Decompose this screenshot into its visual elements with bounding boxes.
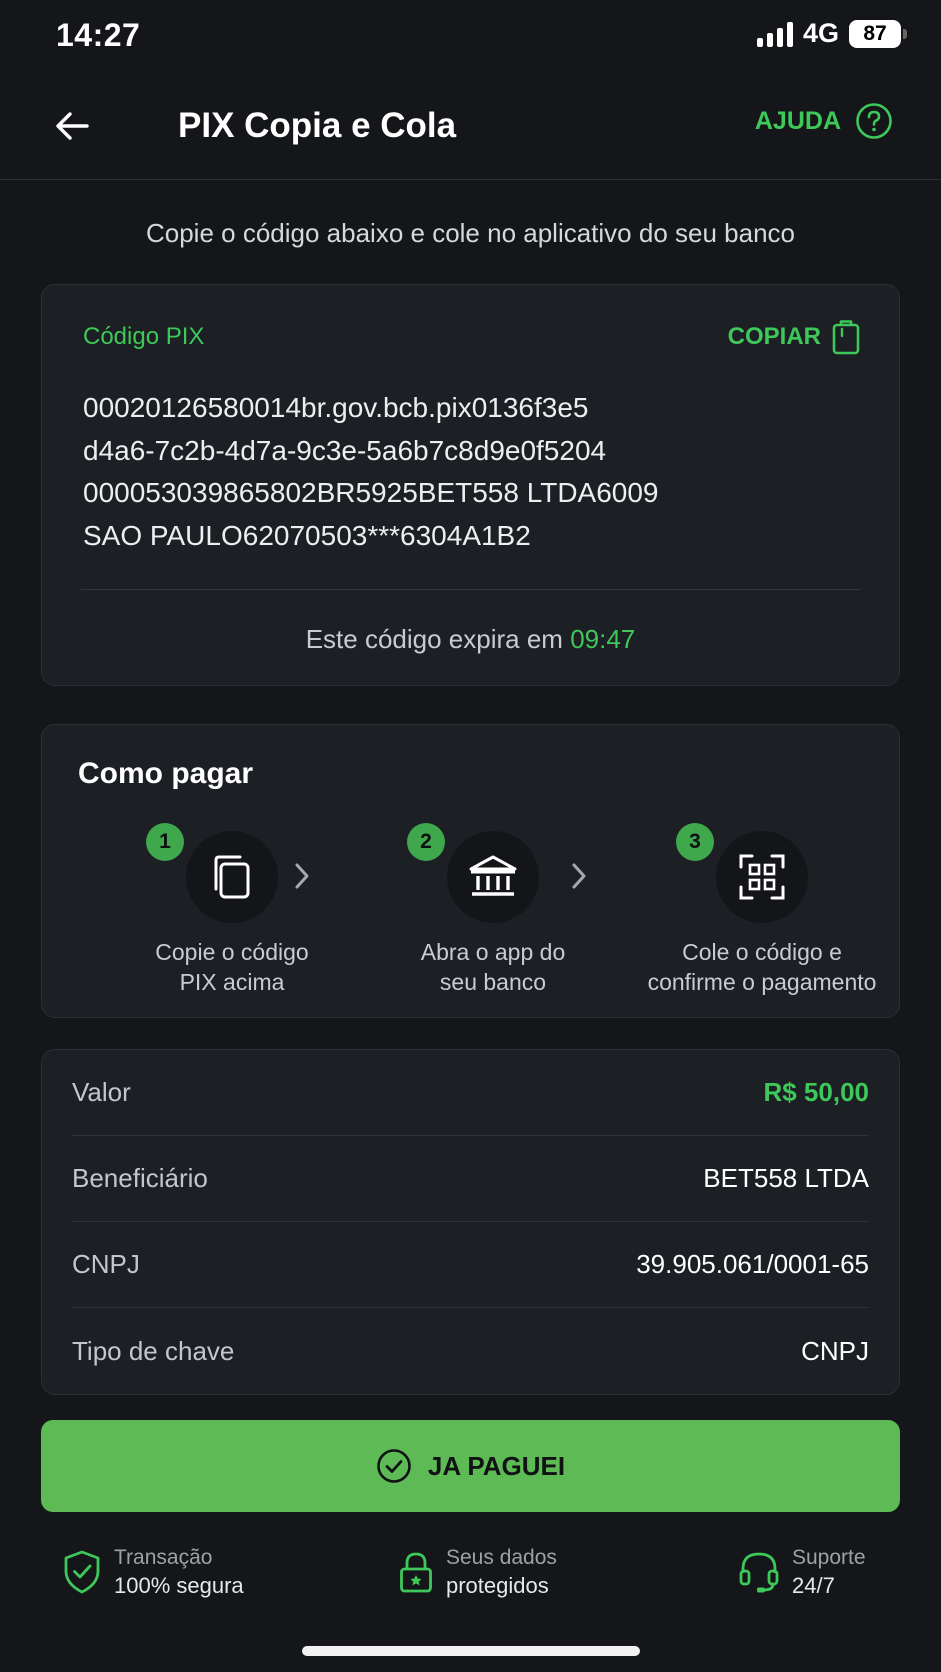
pix-code-card: Código PIX COPIAR 00020126580014br.gov.b…	[41, 284, 900, 686]
how-to-title: Como pagar	[78, 757, 254, 790]
detail-value: R$ 50,00	[763, 1077, 869, 1107]
expiration-text: Este código expira em 09:47	[42, 624, 899, 655]
payment-details-card: Valor R$ 50,00 Beneficiário BET558 LTDA …	[41, 1049, 900, 1395]
trust-line: protegidos	[446, 1573, 549, 1598]
lock-icon	[400, 1552, 432, 1593]
bank-icon	[469, 855, 517, 896]
step-line: Abra o app do	[420, 939, 566, 965]
pix-code-line: 00020126580014br.gov.bcb.pix0136f3e5	[83, 392, 589, 423]
step-number: 3	[676, 823, 714, 861]
trust-badge-data: Seus dados protegidos	[398, 1544, 557, 1600]
code-label: Código PIX	[83, 323, 205, 350]
qr-code-icon	[739, 854, 785, 900]
step-line: Cole o código e	[682, 939, 842, 965]
step-1: 1 Copie o código PIX acima	[92, 823, 372, 997]
pix-code-line: SAO PAULO62070503***6304A1B2	[83, 519, 531, 551]
expire-label: Este código expira em	[305, 624, 563, 654]
step-icon-circle: 1	[146, 823, 278, 923]
page-title: PIX Copia e Cola	[178, 106, 457, 145]
step-description: Abra o app do seu banco	[353, 937, 633, 997]
trust-line: 24/7	[792, 1573, 835, 1598]
instruction-text: Copie o código abaixo e cole no aplicati…	[145, 218, 795, 248]
home-indicator	[302, 1646, 640, 1656]
how-to-pay-card: Como pagar 1 Copie o código PIX acima 2	[41, 724, 900, 1018]
copy-button[interactable]: COPIAR	[728, 319, 861, 355]
status-bar: 14:27 4G 87	[0, 0, 941, 70]
signal-icon	[756, 21, 793, 47]
status-indicators: 4G 87	[756, 18, 907, 49]
chevron-right-icon	[572, 863, 586, 889]
clipboard-icon	[832, 320, 860, 355]
step-icon-circle: 3	[676, 823, 808, 923]
step-line: confirme o pagamento	[647, 969, 877, 995]
step-line: PIX acima	[179, 969, 285, 995]
trust-badge-secure: Transação 100% segura	[62, 1544, 244, 1600]
detail-label: Valor	[72, 1077, 131, 1107]
trust-line: Suporte	[792, 1546, 866, 1569]
pix-code-line: d4a6-7c2b-4d7a-9c3e-5a6b7c8d9e0f5204	[83, 434, 607, 466]
divider	[81, 589, 861, 590]
step-description: Copie o código PIX acima	[92, 937, 372, 997]
ja-paguei-button[interactable]: JA PAGUEI	[41, 1420, 900, 1512]
question-circle-icon	[856, 103, 892, 139]
detail-label: CNPJ	[72, 1249, 140, 1279]
help-button[interactable]: AJUDA	[755, 102, 893, 140]
expire-timer: 09:47	[570, 624, 636, 654]
detail-value: 39.905.061/0001-65	[636, 1249, 869, 1279]
headset-icon	[739, 1552, 779, 1593]
detail-row-beneficiario: Beneficiário BET558 LTDA	[72, 1136, 869, 1222]
detail-label: Tipo de chave	[72, 1335, 235, 1366]
battery-icon: 87	[849, 19, 907, 48]
back-button[interactable]	[50, 104, 94, 148]
detail-row-tipo-chave: Tipo de chave CNPJ	[72, 1308, 869, 1394]
ja-paguei-label: JA PAGUEI	[427, 1450, 566, 1481]
trust-line: Seus dados	[446, 1546, 557, 1569]
battery-level: 87	[863, 21, 887, 45]
pix-code-line: 000053039865802BR5925BET558 LTDA6009	[83, 477, 659, 508]
detail-row-valor: Valor R$ 50,00	[72, 1050, 869, 1136]
arrow-left-icon	[56, 112, 89, 140]
help-label: AJUDA	[754, 106, 841, 135]
step-line: Copie o código	[155, 939, 309, 965]
step-3: 3 Cole o código e confirme o pagamento	[622, 823, 902, 997]
network-label: 4G	[802, 18, 839, 48]
detail-value: BET558 LTDA	[703, 1163, 869, 1193]
chevron-right-icon	[295, 863, 309, 889]
detail-row-cnpj: CNPJ 39.905.061/0001-65	[72, 1222, 869, 1308]
step-2: 2 Abra o app do seu banco	[353, 823, 633, 997]
pix-code-text[interactable]: 00020126580014br.gov.bcb.pix0136f3e5 d4a…	[83, 387, 843, 557]
step-icon-circle: 2	[407, 823, 539, 923]
trust-badge-support: Suporte 24/7	[738, 1544, 866, 1600]
nav-header: PIX Copia e Cola AJUDA	[0, 82, 941, 180]
copy-icon	[214, 855, 250, 899]
trust-line: Transação	[114, 1546, 213, 1569]
copy-label: COPIAR	[727, 323, 821, 350]
shield-check-icon	[64, 1550, 100, 1594]
step-number: 1	[146, 823, 184, 861]
trust-line: 100% segura	[114, 1573, 244, 1598]
detail-value: CNPJ	[801, 1335, 869, 1366]
step-line: seu banco	[439, 969, 547, 995]
step-number: 2	[407, 823, 445, 861]
status-time: 14:27	[56, 17, 141, 53]
check-circle-icon	[377, 1449, 411, 1483]
detail-label: Beneficiário	[72, 1163, 208, 1193]
step-description: Cole o código e confirme o pagamento	[622, 937, 902, 997]
